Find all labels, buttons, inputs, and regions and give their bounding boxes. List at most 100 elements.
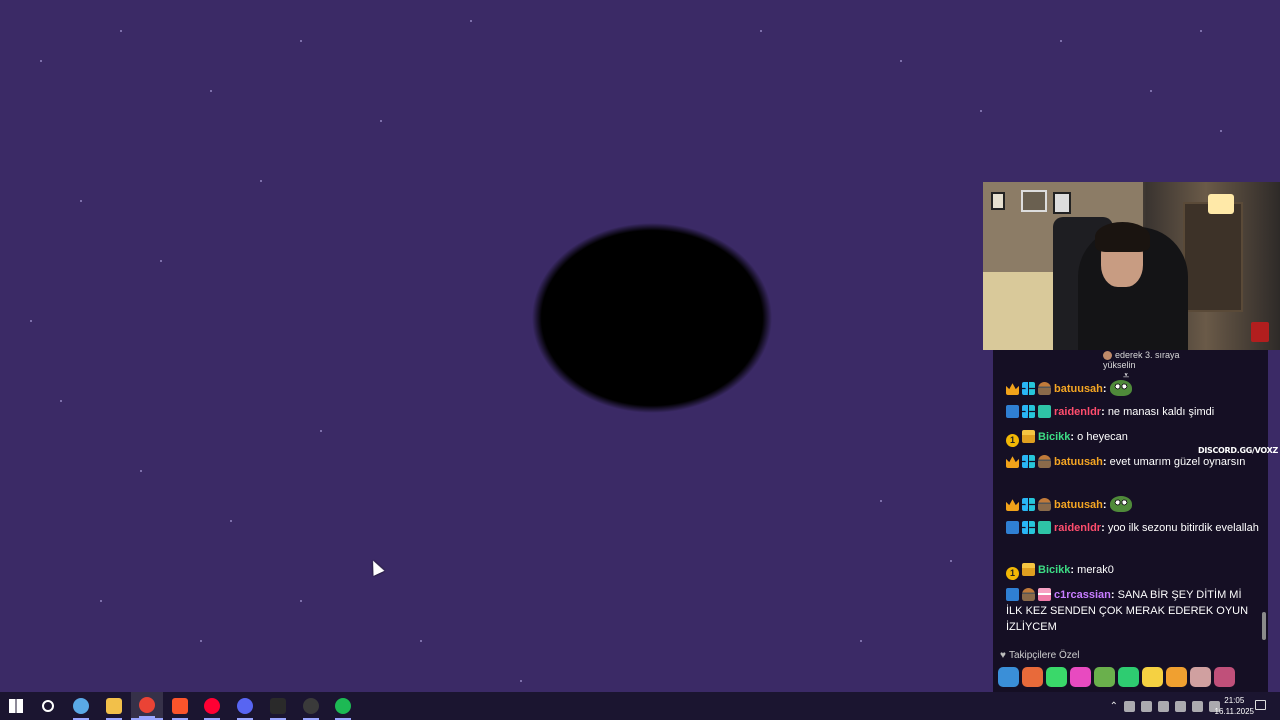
windows-start-button[interactable] <box>0 692 32 720</box>
emote-picker-icon[interactable] <box>1190 667 1211 687</box>
chat-message-text: merak0 <box>1077 564 1114 576</box>
file-explorer-button[interactable] <box>98 692 130 720</box>
file-explorer-icon <box>106 698 122 714</box>
chat-username[interactable]: Bicikk <box>1038 431 1070 443</box>
chrome-icon <box>139 697 155 713</box>
crown-badge-icon[interactable] <box>1006 456 1019 468</box>
chest-badge-icon[interactable] <box>1038 405 1051 418</box>
chat-message-text: yoo ilk sezonu bitirdik evelallah <box>1107 522 1259 534</box>
taskbar: ⌃ 21:05 16.11.2025 <box>0 692 1280 720</box>
chat-separator: : <box>1102 456 1110 468</box>
gift-badge-icon[interactable] <box>1022 563 1035 576</box>
sword-badge-icon[interactable] <box>1006 588 1019 601</box>
chat-username[interactable]: Bicikk <box>1038 564 1070 576</box>
mouse-cursor <box>367 558 385 576</box>
chat-message: c1rcassian: SANA BİR ŞEY DİTİM Mİ İLK KE… <box>1006 587 1261 635</box>
youtube-music-button[interactable] <box>196 692 228 720</box>
system-tray: ⌃ <box>1110 692 1220 720</box>
clock-time: 21:05 <box>1224 696 1245 705</box>
emote-picker-icon[interactable] <box>1046 667 1067 687</box>
grid-badge-icon[interactable] <box>1022 521 1035 534</box>
steam-icon <box>73 698 89 714</box>
chevron-up-icon[interactable]: ⌃ <box>1110 701 1118 712</box>
tray-app-icon[interactable] <box>1175 700 1186 712</box>
pepe-emote-icon <box>1109 496 1132 512</box>
chat-message: 1 Bicikk: merak0 <box>1006 562 1261 580</box>
discord-icon <box>237 698 253 714</box>
network-icon[interactable] <box>1192 700 1203 712</box>
pinned-text-line1: ederek 3. sıraya <box>1115 350 1180 360</box>
emote-picker-icon[interactable] <box>1022 667 1043 687</box>
obs-button[interactable] <box>295 692 327 720</box>
hat-badge-icon[interactable] <box>1038 455 1051 468</box>
crown-badge-icon[interactable] <box>1006 499 1019 511</box>
coin-badge-icon[interactable]: 1 <box>1006 567 1019 580</box>
followers-only-label: ♥ Takipçilere Özel <box>1000 650 1080 661</box>
chrome-button[interactable] <box>131 692 163 720</box>
clock[interactable]: 21:05 16.11.2025 <box>1215 695 1254 717</box>
spotify-icon <box>335 698 351 714</box>
emote-picker-icon[interactable] <box>1070 667 1091 687</box>
chat-username[interactable]: batuusah <box>1054 499 1103 511</box>
chat-separator: : <box>1110 589 1118 601</box>
chat-separator: : <box>1102 499 1110 511</box>
brave-button[interactable] <box>164 692 196 720</box>
notification-icon[interactable] <box>1255 700 1266 710</box>
running-indicator <box>139 716 155 718</box>
hat-badge-icon[interactable] <box>1038 382 1051 395</box>
grid-badge-icon[interactable] <box>1022 405 1035 418</box>
discord-tray-icon[interactable] <box>1141 700 1152 712</box>
pinned-text-line2: yükselin <box>1103 360 1136 371</box>
hat-badge-icon[interactable] <box>1022 588 1035 601</box>
crown-badge-icon[interactable] <box>1006 383 1019 395</box>
grid-badge-icon[interactable] <box>1022 382 1035 395</box>
pepe-emote-icon <box>1109 380 1132 396</box>
chat-separator: : <box>1101 522 1108 534</box>
pinned-message: ederek 3. sıraya yükselin <box>1103 350 1223 370</box>
emote-picker-icon[interactable] <box>998 667 1019 687</box>
cake-badge-icon[interactable] <box>1038 588 1051 601</box>
heart-icon: ♥ <box>1000 650 1006 661</box>
chat-username[interactable]: raidenldr <box>1054 406 1101 418</box>
terminal-icon <box>270 698 286 714</box>
steam-button[interactable] <box>65 692 97 720</box>
grid-badge-icon[interactable] <box>1022 498 1035 511</box>
emote-picker-icon[interactable] <box>1142 667 1163 687</box>
search-button[interactable] <box>32 692 64 720</box>
chat-username[interactable]: batuusah <box>1054 383 1103 395</box>
avatar <box>1103 351 1112 361</box>
emote-picker-icon[interactable] <box>1118 667 1139 687</box>
chat-message-text: evet umarım güzel oynarsın <box>1109 456 1246 468</box>
chest-badge-icon[interactable] <box>1038 521 1051 534</box>
emote-picker-icon[interactable] <box>1214 667 1235 687</box>
youtube-music-icon <box>204 698 220 714</box>
webcam-overlay <box>983 182 1280 350</box>
grid-badge-icon[interactable] <box>1022 455 1035 468</box>
gift-badge-icon[interactable] <box>1022 430 1035 443</box>
coin-badge-icon[interactable]: 1 <box>1006 434 1019 447</box>
sword-badge-icon[interactable] <box>1006 405 1019 418</box>
chat-message: raidenldr: ne manası kaldı şimdi <box>1006 404 1261 420</box>
emote-picker-icon[interactable] <box>1166 667 1187 687</box>
tray-app-icon[interactable] <box>1124 700 1135 712</box>
chat-message-text: ne manası kaldı şimdi <box>1107 406 1215 418</box>
chat-message: batuusah: <box>1006 496 1261 513</box>
chat-message: batuusah: evet umarım güzel oynarsın <box>1006 454 1261 470</box>
terminal-button[interactable] <box>262 692 294 720</box>
chat-message-text: o heyecan <box>1077 431 1128 443</box>
chat-scrollbar[interactable] <box>1262 612 1266 640</box>
chat-message: raidenldr: yoo ilk sezonu bitirdik evela… <box>1006 520 1261 536</box>
spotify-button[interactable] <box>327 692 359 720</box>
chat-separator: : <box>1101 406 1108 418</box>
discord-button[interactable] <box>229 692 261 720</box>
chat-username[interactable]: raidenldr <box>1054 522 1101 534</box>
obs-icon <box>303 698 319 714</box>
chat-username[interactable]: batuusah <box>1054 456 1103 468</box>
clock-date: 16.11.2025 <box>1214 707 1254 716</box>
hat-badge-icon[interactable] <box>1038 498 1051 511</box>
tray-app-icon[interactable] <box>1158 700 1169 712</box>
emote-picker-icon[interactable] <box>1094 667 1115 687</box>
chat-username[interactable]: c1rcassian <box>1054 589 1111 601</box>
search-icon <box>42 700 54 712</box>
sword-badge-icon[interactable] <box>1006 521 1019 534</box>
